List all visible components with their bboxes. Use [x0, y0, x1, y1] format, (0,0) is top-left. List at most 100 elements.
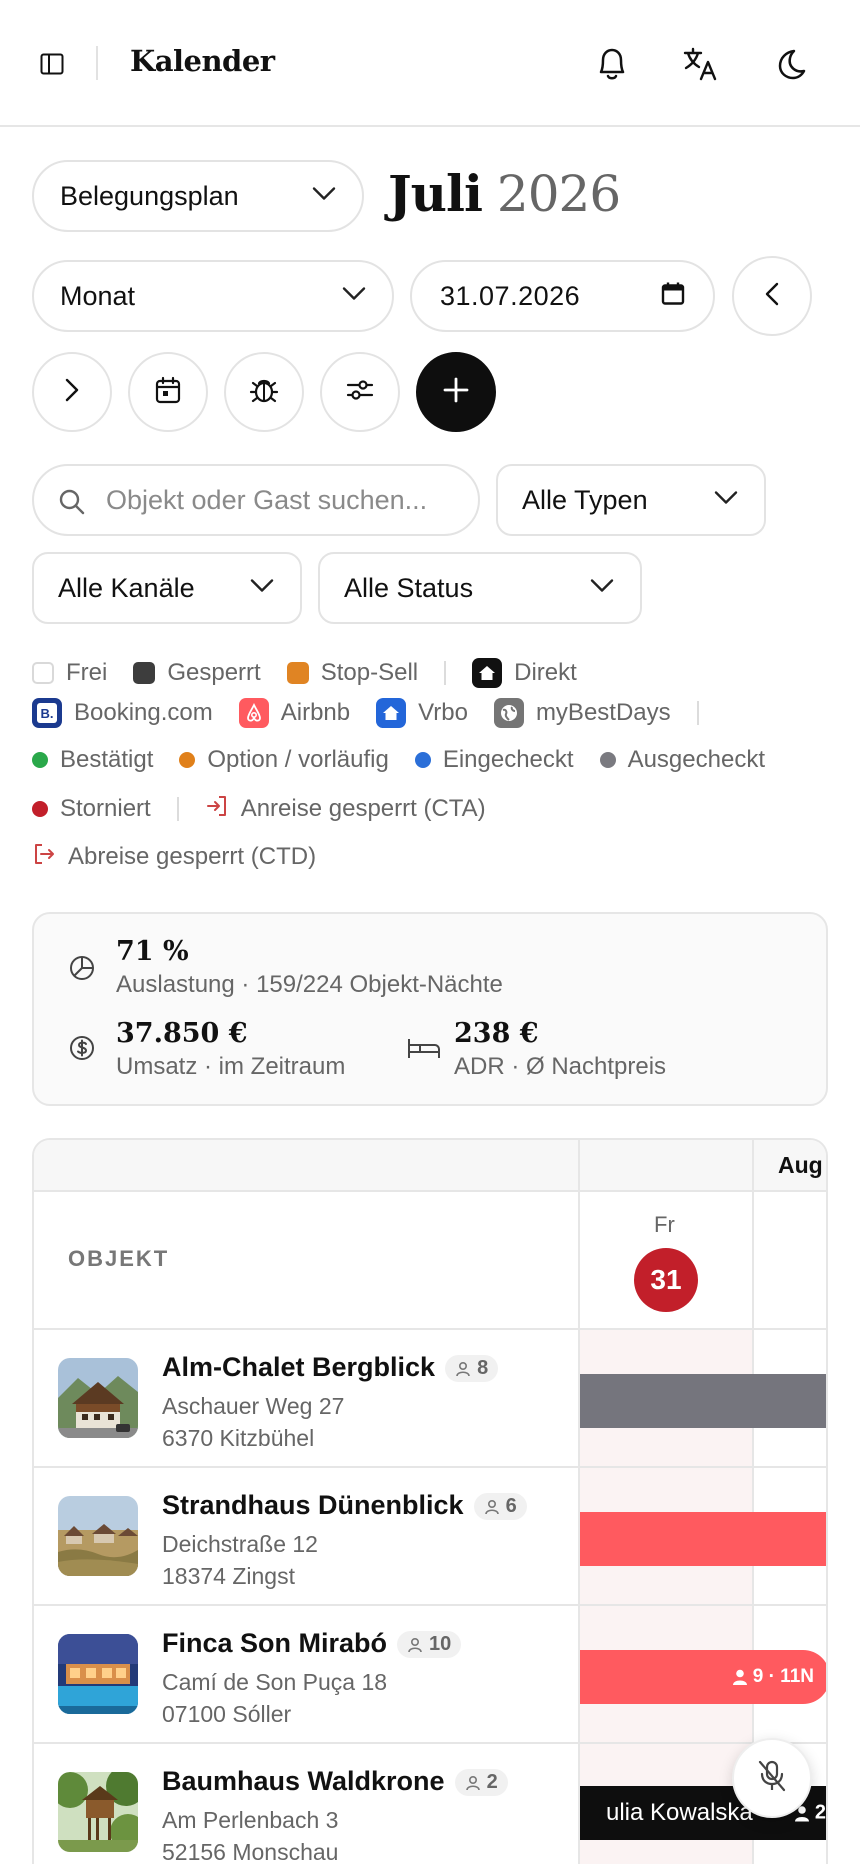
today-button[interactable] [128, 352, 208, 432]
property-row[interactable]: Finca Son Mirabó 10 Camí de Son Puça 18 07… [34, 1606, 578, 1744]
view-select[interactable]: Belegungsplan [32, 160, 364, 232]
legend-ausgecheckt: Ausgecheckt [599, 746, 765, 774]
add-booking-button[interactable] [416, 352, 496, 432]
legend-gesperrt: Gesperrt [133, 659, 261, 687]
debug-button[interactable] [224, 352, 304, 432]
revenue-value: 37.850 € [116, 1018, 248, 1049]
range-select[interactable]: Monat [32, 260, 394, 332]
adr-stat: 238 € ADR · Ø Nachtpreis [454, 1018, 666, 1081]
chevron-down-icon [714, 491, 738, 510]
bell-icon[interactable] [590, 42, 634, 86]
person-icon [408, 1637, 422, 1653]
year: 2026 [496, 165, 621, 223]
search-icon [58, 488, 86, 521]
swatch [133, 662, 156, 684]
legend-mybestdays: myBestDays [493, 698, 671, 728]
moon-icon[interactable] [767, 42, 811, 86]
chevron-right-icon [65, 378, 79, 407]
property-address: Aschauer Weg 27 6370 Kitzbühel [162, 1393, 345, 1451]
view-select-value: Belegungsplan [60, 180, 239, 211]
status-dot [32, 800, 48, 817]
stats-card: 71 % Auslastung · 159/224 Objekt-Nächte … [32, 912, 828, 1106]
property-row[interactable]: Strandhaus Dünenblick 6 Deichstraße 12 183… [34, 1468, 578, 1606]
property-name: Baumhaus Waldkrone 2 [162, 1766, 508, 1797]
legend-divider [176, 796, 179, 821]
filter-settings-button[interactable] [320, 352, 400, 432]
globe-icon [493, 698, 524, 728]
plus-icon [443, 377, 469, 408]
booking-icon: B. [32, 698, 62, 728]
range-select-value: Monat [60, 280, 136, 311]
property-name: Alm-Chalet Bergblick 8 [162, 1352, 499, 1383]
person-icon [484, 1499, 499, 1515]
type-filter-select[interactable]: Alle Typen [496, 464, 766, 536]
airbnb-icon [238, 698, 269, 728]
legend-eingecheckt: Eingecheckt [414, 746, 574, 774]
previous-button[interactable] [732, 256, 812, 336]
grid-line [578, 1140, 580, 1864]
object-column-header: OBJEKT [68, 1246, 170, 1271]
day-of-week: Fr [654, 1212, 675, 1237]
status-filter-select[interactable]: Alle Status [318, 552, 642, 624]
legend-ctd: Abreise gesperrt (CTD) [32, 842, 316, 871]
vrbo-icon [376, 698, 407, 728]
guest-capacity: 6 [473, 1493, 527, 1521]
type-filter-value: Alle Typen [522, 484, 648, 515]
sidebar-toggle-icon[interactable] [34, 46, 70, 82]
adr-value: 238 € [454, 1018, 539, 1049]
booking-bar[interactable]: 9 · 11N [580, 1650, 826, 1704]
dollar-icon [66, 1032, 98, 1064]
legend-divider [444, 661, 447, 685]
calendar-picker-icon[interactable] [661, 282, 685, 311]
booking-bar-label: 9 · 11N [731, 1666, 814, 1688]
logout-icon [32, 842, 56, 871]
calendar-today-icon [155, 376, 181, 409]
property-thumbnail [58, 1358, 138, 1438]
guest-capacity: 2 [454, 1769, 508, 1797]
property-name: Strandhaus Dünenblick 6 [162, 1490, 527, 1521]
revenue-stat: 37.850 € Umsatz · im Zeitraum [116, 1018, 345, 1081]
status-dot [414, 752, 431, 768]
legend-divider [696, 701, 699, 725]
bug-icon [249, 375, 279, 410]
legend-option: Option / vorläufig [179, 746, 389, 774]
search-input[interactable]: Objekt oder Gast suchen... [32, 464, 480, 536]
person-icon [465, 1775, 480, 1791]
voice-input-button[interactable] [732, 1738, 812, 1818]
next-button[interactable] [32, 352, 112, 432]
pie-chart-icon [66, 952, 98, 984]
booking-bar[interactable] [580, 1512, 826, 1566]
swatch [286, 662, 309, 684]
revenue-label: Umsatz · im Zeitraum [116, 1053, 346, 1080]
chevron-down-icon [342, 287, 366, 306]
guest-capacity: 8 [445, 1355, 499, 1383]
legend-cta: Anreise gesperrt (CTA) [205, 794, 486, 823]
login-icon [205, 794, 229, 823]
property-address: Am Perlenbach 3 52156 Monschau [162, 1807, 339, 1864]
property-address: Deichstraße 12 18374 Zingst [162, 1531, 318, 1589]
legend-booking: B. Booking.com [32, 698, 213, 728]
booking-bar[interactable] [580, 1374, 826, 1428]
month-title: Juli 2026 [388, 164, 621, 223]
translate-icon[interactable] [679, 42, 723, 86]
channel-filter-select[interactable]: Alle Kanäle [32, 552, 302, 624]
property-name: Finca Son Mirabó 10 [162, 1628, 462, 1659]
occupancy-stat: 71 % Auslastung · 159/224 Objekt-Nächte [116, 936, 503, 999]
chevron-down-icon [312, 187, 336, 206]
property-row[interactable]: Alm-Chalet Bergblick 8 Aschauer Weg 27 637… [34, 1330, 578, 1468]
date-input[interactable]: 31.07.2026 [410, 260, 715, 332]
occupancy-label: Auslastung · 159/224 Objekt-Nächte [116, 971, 503, 998]
home-icon [472, 658, 503, 688]
today-day-number[interactable]: 31 [634, 1248, 698, 1312]
chevron-down-icon [590, 579, 614, 598]
bed-icon [406, 1032, 442, 1064]
property-row[interactable]: Baumhaus Waldkrone 2 Am Perlenbach 3 52156… [34, 1744, 578, 1864]
legend-stop-sell: Stop-Sell [286, 659, 418, 687]
legend-direkt: Direkt [472, 658, 577, 688]
page-title: Kalender [130, 44, 275, 78]
channel-filter-value: Alle Kanäle [58, 572, 195, 603]
legend-airbnb: Airbnb [238, 698, 350, 728]
next-month-label: Aug [778, 1152, 823, 1178]
property-address: Camí de Son Puça 18 07100 Sóller [162, 1669, 388, 1727]
chevron-left-icon [765, 282, 779, 311]
